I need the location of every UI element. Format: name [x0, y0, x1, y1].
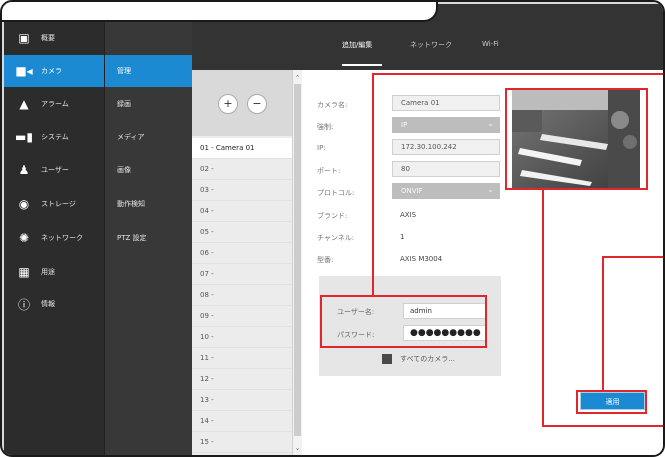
- mode-label: 強制:: [317, 123, 334, 131]
- port-field[interactable]: 80: [392, 161, 500, 177]
- window: ▣ 概要 ■◂ カメラ ▲ アラーム ▬▮ システム ♟ ユーザー ◉ ストレージ ✺ ネット…: [0, 0, 665, 457]
- add-camera-button[interactable]: +: [218, 94, 238, 114]
- username-field[interactable]: admin: [403, 303, 487, 319]
- password-value: ●●●●●●●●●: [410, 328, 481, 338]
- sidebar-item-storage[interactable]: ◉ ストレージ: [4, 188, 104, 220]
- model-value: AXIS M3004: [400, 255, 443, 263]
- subnav-item-media[interactable]: メディア: [105, 121, 192, 153]
- channel-value: 1: [400, 233, 405, 241]
- alarm-icon: ▲: [19, 97, 29, 111]
- brand-label: ブランド:: [317, 212, 348, 220]
- channel-label: チャンネル:: [317, 234, 355, 242]
- ip-label: IP:: [317, 144, 326, 152]
- user-icon: ♟: [18, 163, 30, 177]
- sidebar-item-info[interactable]: ⓘ 情報: [4, 288, 104, 320]
- camera-list-item[interactable]: 12 -: [192, 369, 292, 390]
- camera-list-item[interactable]: 14 -: [192, 411, 292, 432]
- password-field[interactable]: ●●●●●●●●●: [403, 325, 487, 341]
- main-sidebar: ▣ 概要 ■◂ カメラ ▲ アラーム ▬▮ システム ♟ ユーザー ◉ ストレージ ✺ ネット…: [4, 4, 104, 455]
- scroll-thumb[interactable]: [294, 84, 301, 436]
- sidebar-item-overview[interactable]: ▣ 概要: [4, 22, 104, 54]
- camera-list: + − 01 - Camera 01 02 - 03 - 04 - 05 - 0…: [192, 70, 292, 455]
- scroll-up-icon[interactable]: ⌃: [293, 74, 302, 82]
- sidebar-item-network[interactable]: ✺ ネットワーク: [4, 222, 104, 254]
- model-label: 型番:: [317, 256, 334, 264]
- preview-scene: [512, 90, 640, 188]
- camera-list-scrollbar[interactable]: ⌃ ⌄: [292, 70, 302, 455]
- device-bezel: ▣ 概要 ■◂ カメラ ▲ アラーム ▬▮ システム ♟ ユーザー ◉ ストレージ ✺ ネット…: [0, 0, 665, 457]
- port-label: ポート:: [317, 167, 341, 175]
- camera-list-item[interactable]: 09 -: [192, 306, 292, 327]
- system-icon: ▬▮: [15, 130, 33, 144]
- dashboard-icon: ▣: [18, 31, 30, 45]
- tab-network[interactable]: ネットワーク: [410, 40, 452, 50]
- camera-name-label: カメラ名:: [317, 101, 348, 109]
- active-tab-indicator: [342, 64, 382, 66]
- username-label: ユーザー名:: [337, 308, 375, 316]
- brand-value: AXIS: [400, 211, 417, 219]
- sidebar-item-apps[interactable]: ▦ 用途: [4, 256, 104, 288]
- sidebar-item-alarm[interactable]: ▲ アラーム: [4, 88, 104, 120]
- camera-list-item[interactable]: 03 -: [192, 180, 292, 201]
- subnav-item-ptz[interactable]: PTZ 設定: [105, 222, 192, 254]
- camera-settings-form: カメラ名: Camera 01 強制: IP IP: 172.30.100.24…: [302, 70, 663, 455]
- sidebar-item-system[interactable]: ▬▮ システム: [4, 121, 104, 153]
- camera-list-item[interactable]: 02 -: [192, 159, 292, 180]
- camera-preview-image: [512, 90, 640, 188]
- camera-list-item[interactable]: 06 -: [192, 243, 292, 264]
- all-cameras-label: すべてのカメラ...: [400, 355, 455, 363]
- callout-tab: [2, 2, 438, 22]
- subnav-item-recording[interactable]: 録画: [105, 88, 192, 120]
- storage-icon: ◉: [18, 197, 30, 211]
- tab-add-edit[interactable]: 追加/編集: [342, 40, 372, 50]
- ip-field[interactable]: 172.30.100.242: [392, 139, 500, 155]
- camera-list-item[interactable]: 05 -: [192, 222, 292, 243]
- subnav-item-image[interactable]: 画像: [105, 154, 192, 186]
- sidebar-item-user[interactable]: ♟ ユーザー: [4, 154, 104, 186]
- info-icon: ⓘ: [17, 297, 30, 312]
- camera-list-header: + −: [192, 70, 292, 136]
- camera-list-item[interactable]: 08 -: [192, 285, 292, 306]
- camera-list-item[interactable]: 07 -: [192, 264, 292, 285]
- protocol-select[interactable]: ONVIF: [392, 183, 500, 199]
- camera-list-item[interactable]: 04 -: [192, 201, 292, 222]
- sub-sidebar: 管理 録画 メディア 画像 動作検知 PTZ 設定: [104, 4, 192, 455]
- camera-list-item[interactable]: 11 -: [192, 348, 292, 369]
- camera-list-item[interactable]: 01 - Camera 01: [192, 138, 292, 159]
- sidebar-item-camera[interactable]: ■◂ カメラ: [4, 55, 104, 87]
- network-icon: ✺: [18, 231, 30, 245]
- camera-list-item[interactable]: 15 -: [192, 432, 292, 453]
- password-label: パスワード:: [337, 331, 375, 339]
- all-cameras-checkbox[interactable]: [382, 354, 392, 364]
- camera-list-item[interactable]: 10 -: [192, 327, 292, 348]
- camera-icon: ■◂: [15, 64, 33, 78]
- mode-select[interactable]: IP: [392, 117, 500, 133]
- camera-name-field[interactable]: Camera 01: [392, 95, 500, 111]
- camera-list-item[interactable]: 13 -: [192, 390, 292, 411]
- subnav-item-motion[interactable]: 動作検知: [105, 188, 192, 220]
- scroll-down-icon[interactable]: ⌄: [293, 444, 302, 452]
- protocol-label: プロトコル:: [317, 189, 355, 197]
- tab-wifi[interactable]: Wi-Fi: [482, 40, 499, 48]
- remove-camera-button[interactable]: −: [247, 94, 267, 114]
- apply-button[interactable]: 適用: [580, 392, 645, 410]
- subnav-item-management[interactable]: 管理: [105, 55, 192, 87]
- apps-icon: ▦: [18, 265, 30, 279]
